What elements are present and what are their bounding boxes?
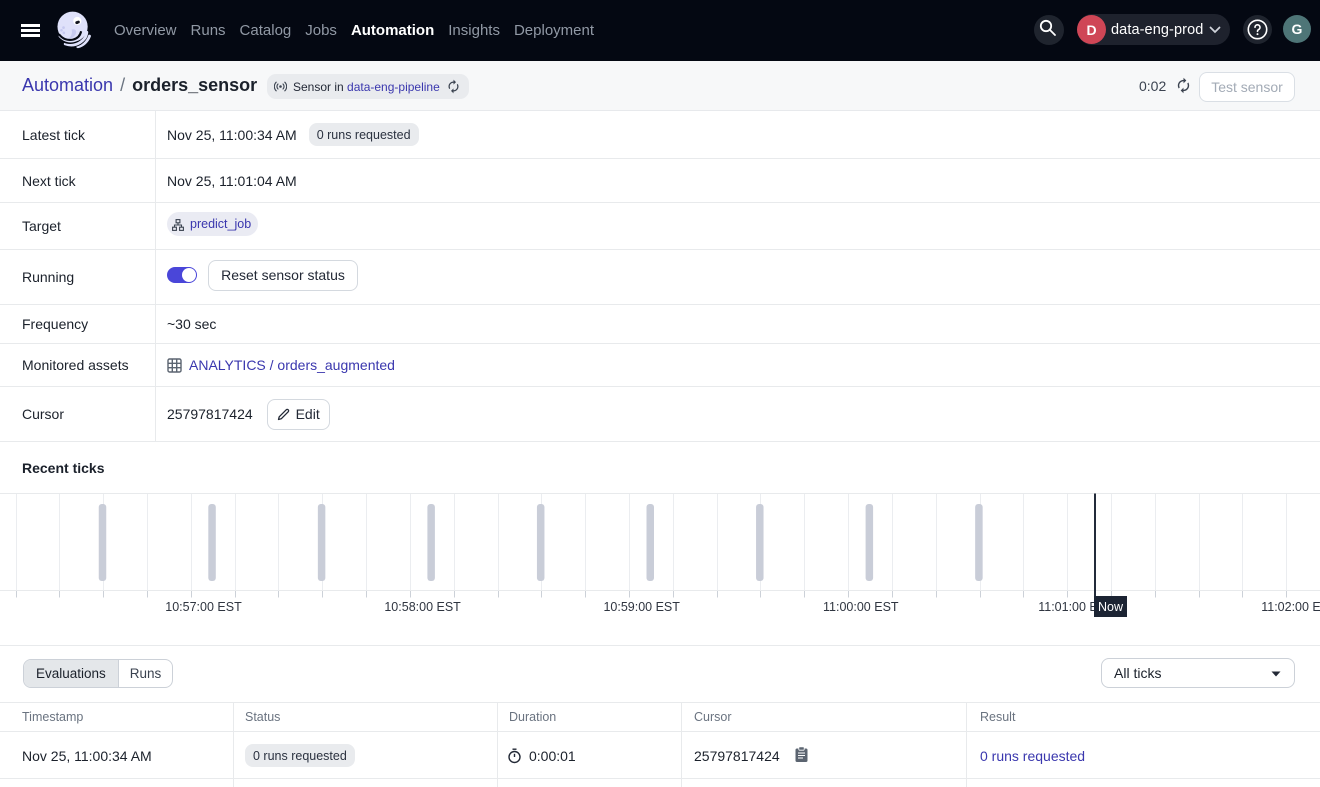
svg-text:10:58:00 EST: 10:58:00 EST — [384, 600, 461, 614]
svg-text:11:00:00 EST: 11:00:00 EST — [823, 600, 899, 614]
svg-text:11:02:00 EST: 11:02:00 EST — [1261, 600, 1320, 614]
svg-text:Now: Now — [1098, 600, 1124, 614]
svg-text:10:57:00 EST: 10:57:00 EST — [165, 600, 242, 614]
svg-text:10:59:00 EST: 10:59:00 EST — [603, 600, 680, 614]
